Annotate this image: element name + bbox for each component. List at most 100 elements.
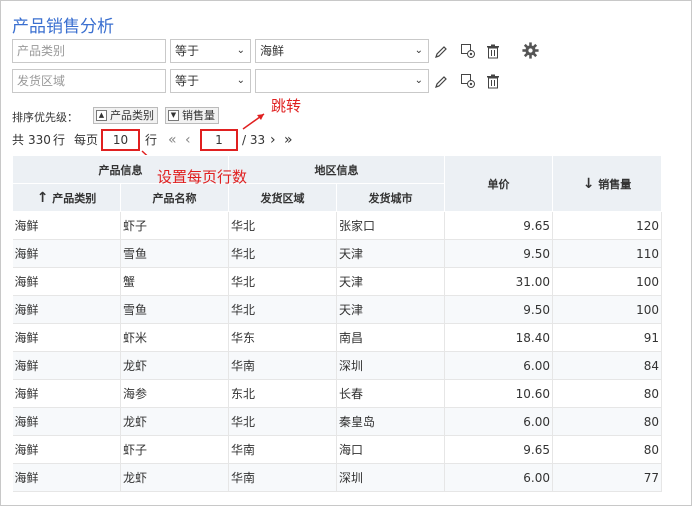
cell-price: 10.60 <box>444 379 553 408</box>
column-header-sales-label: 销售量 <box>598 177 632 191</box>
jump-arrow-icon <box>242 113 265 130</box>
table-row: 海鲜 龙虾 华北 秦皇岛 6.00 80 <box>12 407 662 436</box>
sort-chip-label: 销售量 <box>182 109 215 122</box>
cell-region: 华东 <box>228 323 337 352</box>
sort-desc-icon: ▼ <box>168 110 179 121</box>
filter-value-select-category[interactable]: 海鲜 ⌄ <box>255 39 429 63</box>
column-header-city[interactable]: 发货城市 <box>336 183 445 212</box>
trash-icon[interactable] <box>484 72 502 90</box>
next-page-icon[interactable]: › <box>270 131 276 149</box>
cell-city: 南昌 <box>336 323 445 352</box>
cell-price: 9.50 <box>444 239 553 268</box>
cell-region: 华北 <box>228 407 337 436</box>
table-row: 海鲜 虾子 华南 海口 9.65 80 <box>12 435 662 464</box>
cell-region: 华北 <box>228 239 337 268</box>
edit-icon[interactable] <box>432 42 450 60</box>
cell-category: 海鲜 <box>12 379 121 408</box>
cell-region: 华北 <box>228 267 337 296</box>
cell-name: 海参 <box>120 379 229 408</box>
table-row: 海鲜 雪鱼 华北 天津 9.50 100 <box>12 295 662 324</box>
cell-city: 天津 <box>336 295 445 324</box>
cell-category: 海鲜 <box>12 435 121 464</box>
cell-price: 9.65 <box>444 435 553 464</box>
cell-region: 华南 <box>228 435 337 464</box>
column-header-name[interactable]: 产品名称 <box>120 183 229 212</box>
cell-sales: 80 <box>552 407 662 436</box>
total-rows: 330 <box>28 133 51 147</box>
filter-field-region[interactable]: 发货区域 <box>12 69 166 93</box>
annotation-set-rows: 设置每页行数 <box>157 168 248 186</box>
cell-sales: 110 <box>552 239 662 268</box>
sort-desc-arrow-icon: ↓ <box>582 175 595 192</box>
column-header-region[interactable]: 发货区域 <box>228 183 337 212</box>
filter-operator-select-category[interactable]: 等于 ⌄ <box>170 39 251 63</box>
cell-region: 东北 <box>228 379 337 408</box>
sort-chip-label: 产品类别 <box>110 109 154 122</box>
column-header-category[interactable]: ↑ 产品类别 <box>12 183 121 212</box>
table-row: 海鲜 海参 东北 长春 10.60 80 <box>12 379 662 408</box>
per-page-label: 每页 <box>74 133 99 147</box>
table-row: 海鲜蟹华北 天津 31.00 100 <box>12 267 662 296</box>
cell-name: 龙虾 <box>120 407 229 436</box>
table-row: 海鲜 龙虾 华南 深圳 6.00 77 <box>12 463 662 492</box>
cell-price: 6.00 <box>444 351 553 380</box>
filter-operator-select-region[interactable]: 等于 ⌄ <box>170 69 251 93</box>
cell-price: 9.50 <box>444 295 553 324</box>
cell-city: 深圳 <box>336 463 445 492</box>
table-row: 海鲜 虾米 华东 南昌 18.40 91 <box>12 323 662 352</box>
prev-page-icon[interactable]: ‹ <box>185 131 191 149</box>
cell-sales: 80 <box>552 379 662 408</box>
filter-value-select-region[interactable]: ⌄ <box>255 69 429 93</box>
cell-name: 雪鱼 <box>120 239 229 268</box>
page-total: / 33 <box>242 133 266 147</box>
cell-city: 天津 <box>336 239 445 268</box>
cell-sales: 80 <box>552 435 662 464</box>
sort-chip-category[interactable]: ▲ 产品类别 <box>93 107 158 124</box>
rows-per-page-input[interactable]: 10 <box>101 129 140 151</box>
cell-category: 海鲜 <box>12 267 121 296</box>
cell-region: 华南 <box>228 463 337 492</box>
value-label: 海鲜 <box>260 44 285 58</box>
filter-field-category[interactable]: 产品类别 <box>12 39 166 63</box>
operator-label: 等于 <box>175 74 200 88</box>
last-page-icon[interactable]: » <box>284 131 293 149</box>
total-suffix: 行 <box>53 133 66 147</box>
table-row: 海鲜 龙虾 华南 深圳 6.00 84 <box>12 351 662 380</box>
operator-label: 等于 <box>175 44 200 58</box>
column-header-category-label: 产品类别 <box>52 191 97 205</box>
cell-category: 海鲜 <box>12 295 121 324</box>
trash-icon[interactable] <box>484 42 502 60</box>
copy-settings-icon[interactable] <box>459 72 477 90</box>
cell-city: 海口 <box>336 435 445 464</box>
sort-asc-icon: ▲ <box>96 110 107 121</box>
copy-settings-icon[interactable] <box>459 42 477 60</box>
cell-category: 海鲜 <box>12 407 121 436</box>
first-page-icon[interactable]: « <box>168 131 177 149</box>
column-header-price[interactable]: 单价 <box>444 155 553 212</box>
column-header-sales[interactable]: ↓ 销售量 <box>552 155 662 212</box>
cell-price: 6.00 <box>444 407 553 436</box>
cell-name: 蟹 <box>120 267 229 296</box>
page-title: 产品销售分析 <box>12 17 114 37</box>
chevron-down-icon: ⌄ <box>414 45 423 56</box>
edit-icon[interactable] <box>432 72 450 90</box>
cell-sales: 91 <box>552 323 662 352</box>
sort-chip-sales[interactable]: ▼ 销售量 <box>165 107 219 124</box>
sort-asc-arrow-icon: ↑ <box>36 189 49 206</box>
cell-price: 9.65 <box>444 211 553 240</box>
cell-region: 华南 <box>228 351 337 380</box>
cell-category: 海鲜 <box>12 211 121 240</box>
sort-priority-label: 排序优先级： <box>12 111 78 124</box>
cell-name: 龙虾 <box>120 463 229 492</box>
cell-category: 海鲜 <box>12 323 121 352</box>
table-row: 海鲜 雪鱼 华北 天津 9.50 110 <box>12 239 662 268</box>
cell-price: 31.00 <box>444 267 553 296</box>
cell-name: 虾子 <box>120 211 229 240</box>
cell-price: 6.00 <box>444 463 553 492</box>
cell-category: 海鲜 <box>12 351 121 380</box>
cell-sales: 100 <box>552 267 662 296</box>
gear-icon[interactable] <box>521 41 539 59</box>
page-number-input[interactable]: 1 <box>200 129 238 151</box>
cell-region: 华北 <box>228 211 337 240</box>
cell-city: 长春 <box>336 379 445 408</box>
